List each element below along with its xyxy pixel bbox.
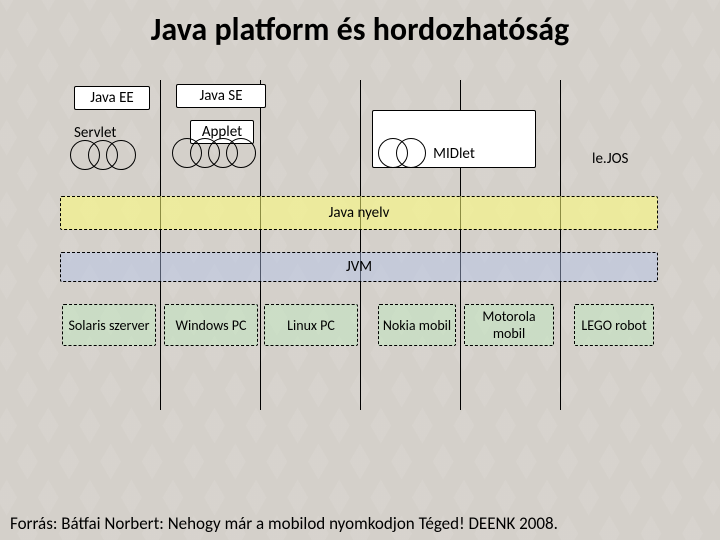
edition-javaee: Java EE — [74, 86, 150, 110]
column-divider — [560, 80, 561, 410]
example-lejos: le.JOS — [592, 150, 628, 168]
column-divider — [160, 80, 161, 410]
platform-diagram: Java EE Java SE Java ME Servlet Applet M… — [60, 80, 660, 410]
platform-linux: Linux PC — [264, 304, 358, 346]
example-servlet-label: Servlet — [74, 124, 116, 142]
edition-javase: Java SE — [176, 84, 266, 108]
layer-language: Java nyelv — [60, 196, 658, 230]
platform-solaris: Solaris szerver — [62, 304, 156, 346]
platform-motorola: Motorola mobil — [464, 304, 554, 346]
platform-windows: Windows PC — [164, 304, 258, 346]
source-citation: Forrás: Bátfai Norbert: Nehogy már a mob… — [10, 513, 710, 534]
column-divider — [260, 80, 261, 410]
column-divider — [360, 80, 361, 410]
layer-jvm: JVM — [60, 252, 658, 282]
platform-lego: LEGO robot — [574, 304, 654, 346]
slide-title: Java platform és hordozhatóság — [0, 10, 720, 49]
example-applet: Applet — [190, 120, 254, 144]
platform-nokia: Nokia mobil — [378, 304, 456, 346]
example-midlet: MIDlet — [372, 110, 536, 168]
